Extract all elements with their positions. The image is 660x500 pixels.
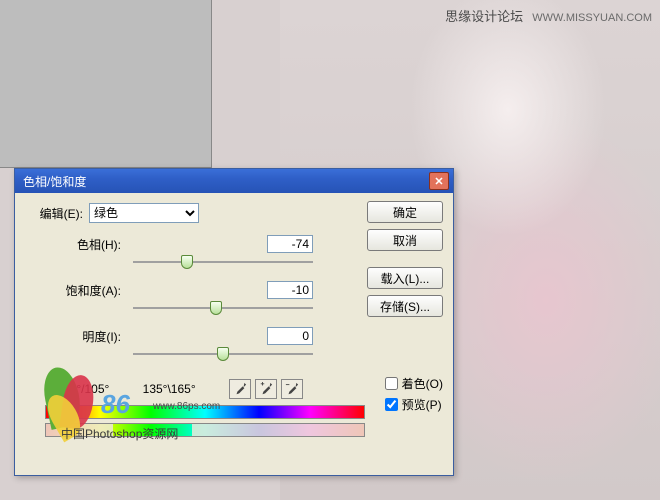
save-button[interactable]: 存储(S)... — [367, 295, 443, 317]
watermark-cn: 思缘设计论坛 — [445, 9, 523, 24]
range-row: 75°/105° 135°\165° — [63, 379, 303, 399]
close-icon: ✕ — [434, 175, 443, 188]
watermark-en: WWW.MISSYUAN.COM — [532, 12, 652, 24]
hue-spectrum-selected[interactable] — [45, 423, 365, 437]
preview-label: 预览(P) — [402, 396, 442, 413]
colorize-checkbox[interactable] — [385, 377, 398, 390]
lightness-label: 明度(I): — [63, 328, 127, 345]
lightness-slider[interactable] — [133, 347, 313, 361]
hue-mask-right — [192, 424, 364, 436]
dialog-buttons: 确定 取消 载入(L)... 存储(S)... — [367, 201, 443, 317]
hue-thumb[interactable] — [181, 255, 193, 269]
saturation-thumb[interactable] — [210, 301, 222, 315]
hue-value[interactable] — [267, 235, 313, 253]
dialog-titlebar[interactable]: 色相/饱和度 ✕ — [15, 169, 453, 193]
ok-button[interactable]: 确定 — [367, 201, 443, 223]
lightness-thumb[interactable] — [217, 347, 229, 361]
hue-saturation-dialog: 色相/饱和度 ✕ 编辑(E): 绿色 色相(H): 饱和度(A): — [14, 168, 454, 476]
preview-checkbox[interactable] — [385, 398, 398, 411]
dialog-title: 色相/饱和度 — [23, 173, 429, 190]
close-button[interactable]: ✕ — [429, 172, 449, 190]
eyedroppers — [229, 379, 303, 399]
saturation-slider[interactable] — [133, 301, 313, 315]
page-watermark: 思缘设计论坛 WWW.MISSYUAN.COM — [445, 6, 652, 25]
hue-mask-left — [46, 424, 113, 436]
canvas-edge — [0, 0, 212, 168]
load-button[interactable]: 载入(L)... — [367, 267, 443, 289]
eyedropper-add-button[interactable] — [255, 379, 277, 399]
hue-spectrum-full[interactable] — [45, 405, 365, 419]
eyedropper-icon — [233, 382, 247, 396]
hue-label: 色相(H): — [63, 236, 127, 253]
colorize-check-row[interactable]: 着色(O) — [385, 375, 443, 392]
lightness-value[interactable] — [267, 327, 313, 345]
sliders: 色相(H): 饱和度(A): 明度(I): — [63, 235, 313, 361]
edit-label: 编辑(E): — [27, 205, 83, 222]
hue-row: 色相(H): — [63, 235, 313, 253]
colorize-label: 着色(O) — [402, 375, 443, 392]
lightness-row: 明度(I): — [63, 327, 313, 345]
eyedropper-button[interactable] — [229, 379, 251, 399]
eyedropper-plus-icon — [259, 382, 273, 396]
range-right: 135°\165° — [143, 382, 196, 396]
saturation-value[interactable] — [267, 281, 313, 299]
saturation-row: 饱和度(A): — [63, 281, 313, 299]
preview-check-row[interactable]: 预览(P) — [385, 396, 443, 413]
hue-slider[interactable] — [133, 255, 313, 269]
edit-select[interactable]: 绿色 — [89, 203, 199, 223]
eyedropper-sub-button[interactable] — [281, 379, 303, 399]
saturation-label: 饱和度(A): — [63, 282, 127, 299]
dialog-body: 编辑(E): 绿色 色相(H): 饱和度(A): 明度(I): — [15, 193, 453, 475]
range-left: 75°/105° — [63, 382, 109, 396]
eyedropper-minus-icon — [285, 382, 299, 396]
cancel-button[interactable]: 取消 — [367, 229, 443, 251]
dialog-checks: 着色(O) 预览(P) — [385, 375, 443, 413]
